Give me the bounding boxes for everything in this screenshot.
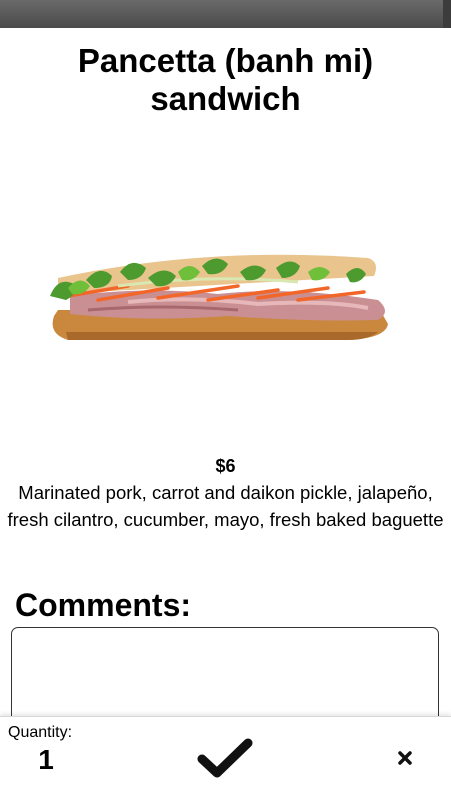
sandwich-image <box>8 216 442 366</box>
item-price: $6 <box>215 456 236 476</box>
bottom-toolbar: Quantity: 1 <box>0 716 451 801</box>
item-title: Pancetta (banh mi) sandwich <box>77 42 374 117</box>
item-description: Marinated pork, carrot and daikon pickle… <box>7 482 444 530</box>
checkmark-icon <box>197 738 253 778</box>
status-bar <box>0 0 451 28</box>
quantity-label: Quantity: <box>8 724 73 741</box>
quantity-value[interactable]: 1 <box>26 743 66 777</box>
status-bar-edge <box>443 0 451 28</box>
comments-label: Comments: <box>15 587 192 623</box>
confirm-button[interactable] <box>196 737 254 781</box>
close-icon <box>398 751 412 765</box>
cancel-button[interactable] <box>392 745 418 771</box>
sandwich-illustration <box>50 254 388 340</box>
